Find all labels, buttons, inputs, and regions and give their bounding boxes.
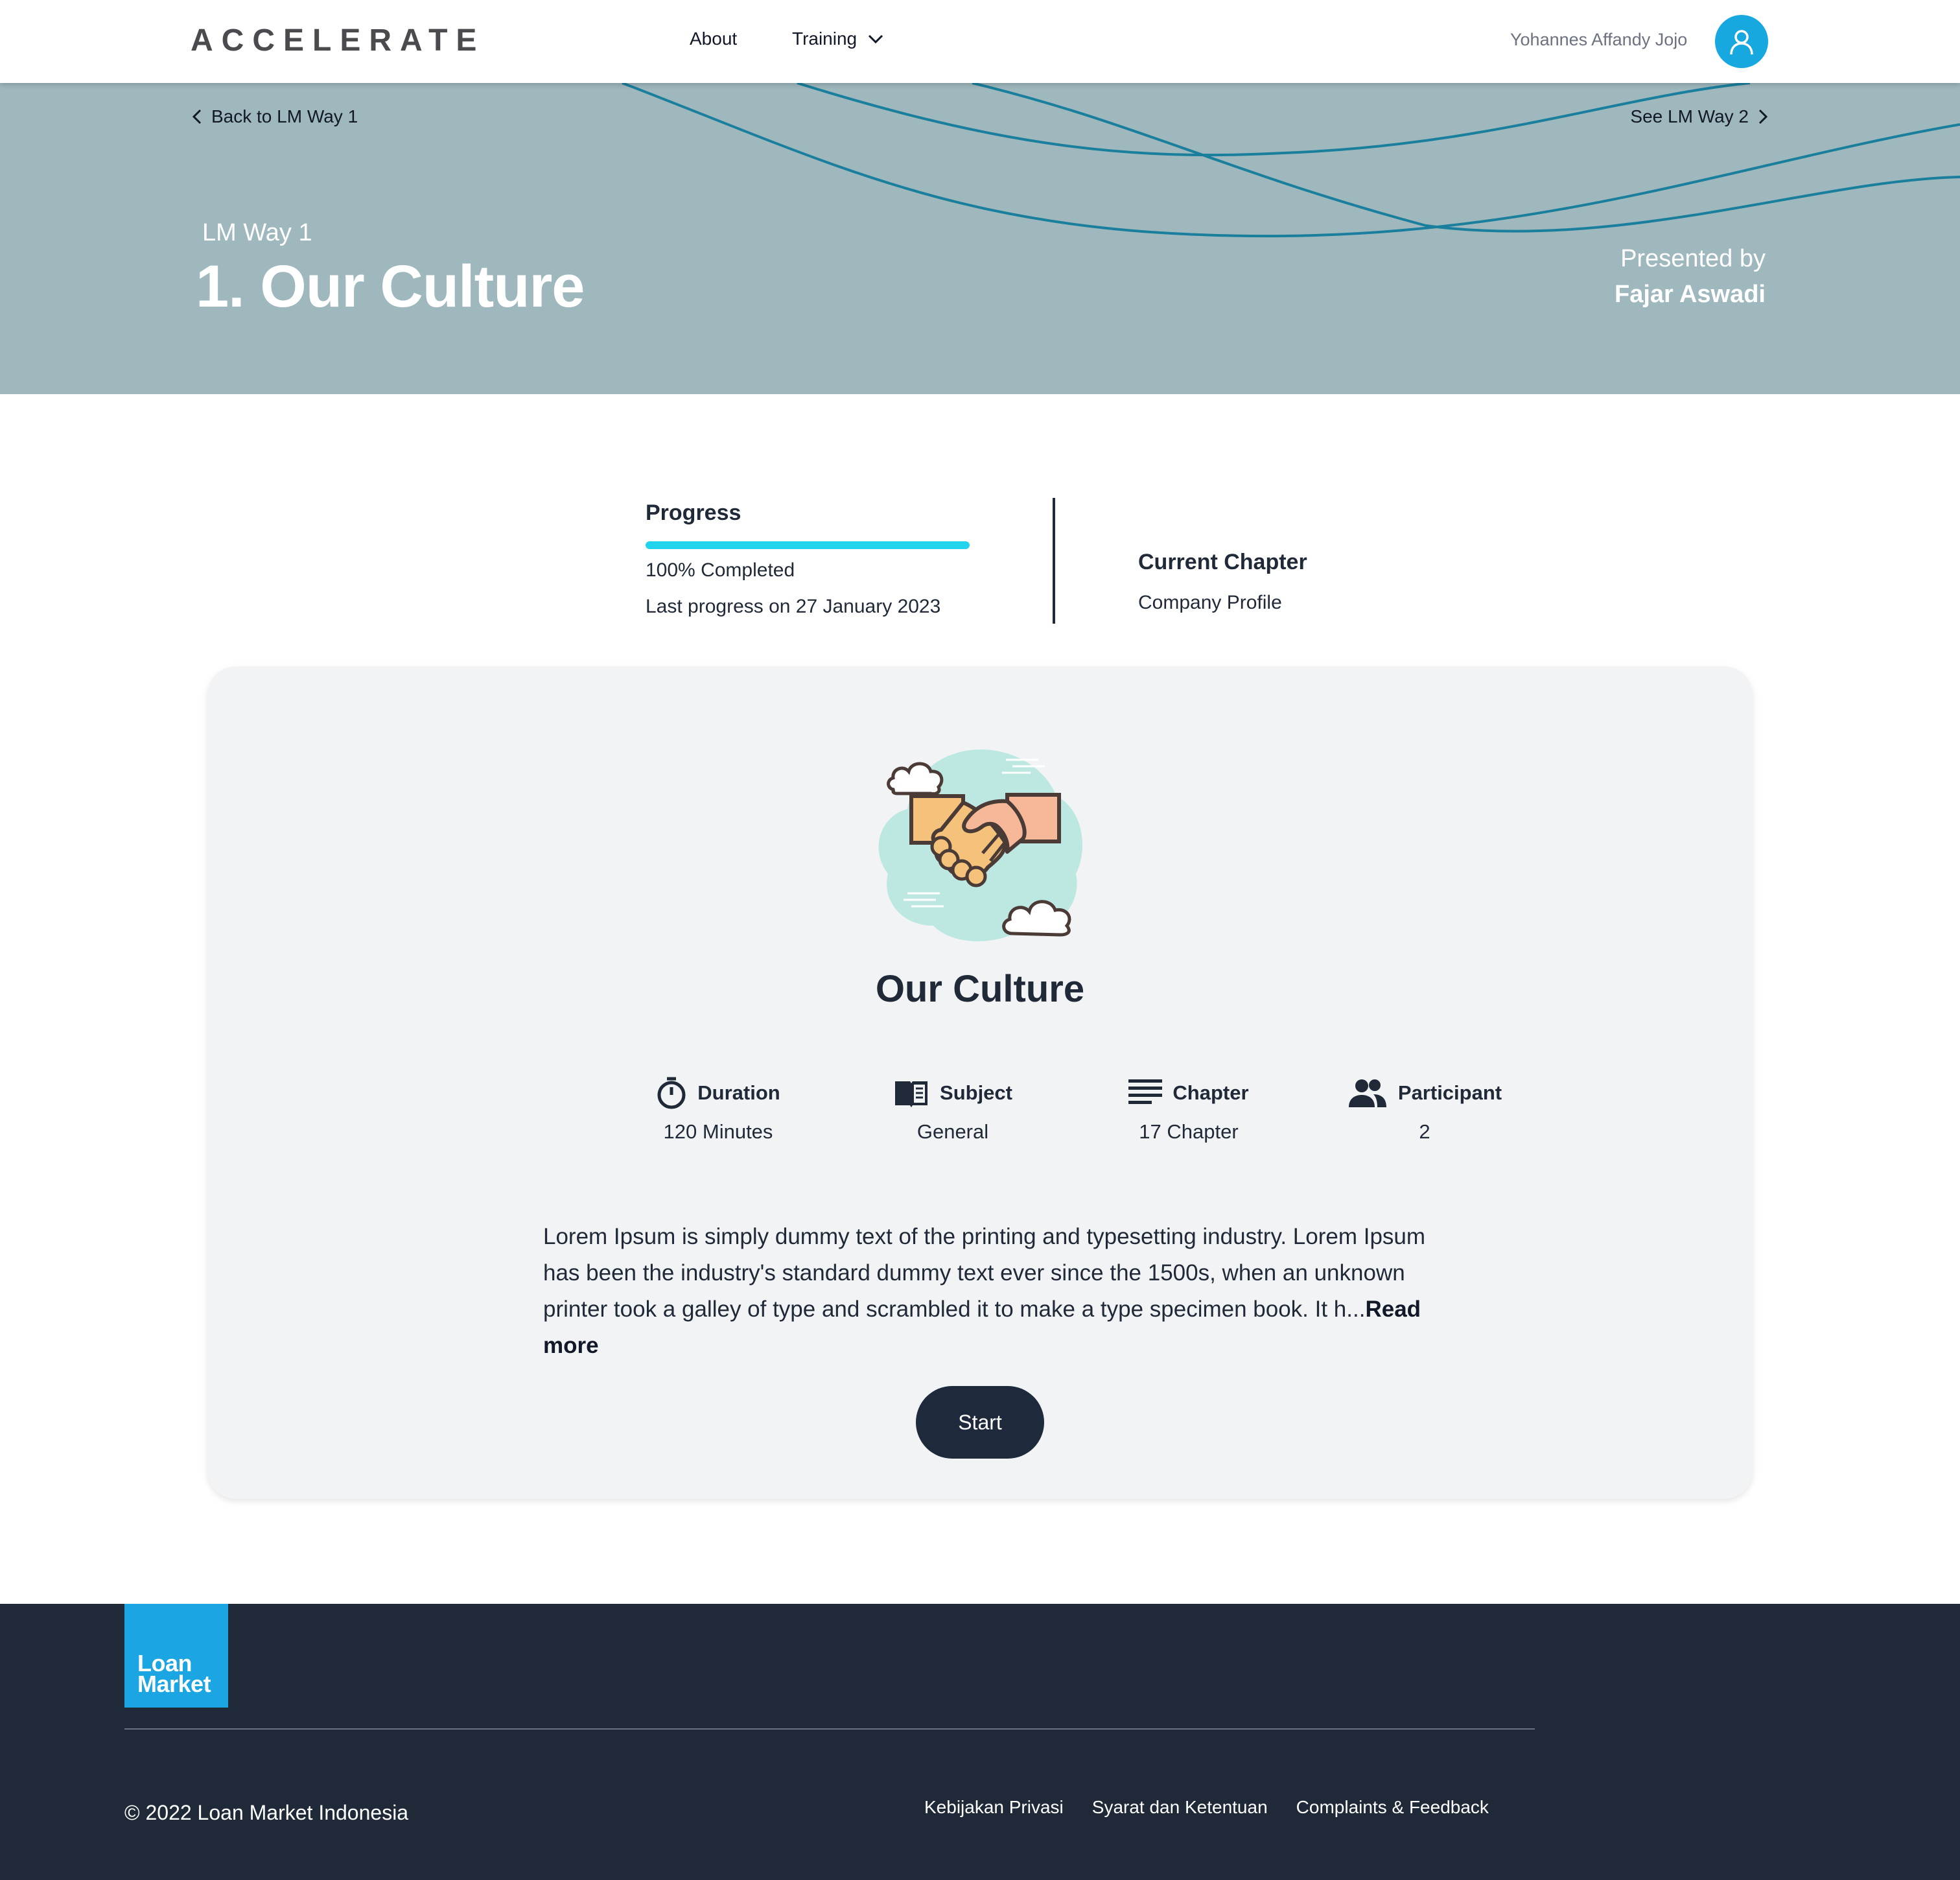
stat-participant-value: 2 xyxy=(1419,1120,1430,1143)
last-progress-date: Last progress on 27 January 2023 xyxy=(646,596,941,617)
nav-training-dropdown[interactable]: Training xyxy=(792,29,884,49)
complaints-feedback-link[interactable]: Complaints & Feedback xyxy=(1296,1797,1489,1818)
copyright-text: © 2022 Loan Market Indonesia xyxy=(124,1801,409,1824)
page-title: 1. Our Culture xyxy=(196,253,585,320)
stat-participant-label: Participant xyxy=(1397,1081,1502,1104)
stat-duration: Duration 120 Minutes xyxy=(601,1075,835,1144)
next-link[interactable]: See LM Way 2 xyxy=(1630,106,1768,127)
stat-chapter-value: 17 Chapter xyxy=(1139,1120,1239,1143)
user-icon xyxy=(1730,30,1753,55)
logo-text: ACCELERATE xyxy=(191,23,485,58)
nav-about-link[interactable]: About xyxy=(690,29,737,49)
course-title: Our Culture xyxy=(875,968,1085,1010)
footer: Loan Market © 2022 Loan Market Indonesia… xyxy=(0,1604,1960,1880)
vertical-divider xyxy=(1053,498,1055,624)
stat-subject-label: Subject xyxy=(940,1081,1012,1104)
progress-bar-fill xyxy=(646,541,970,549)
back-link[interactable]: Back to LM Way 1 xyxy=(192,106,358,127)
current-chapter-section: Current Chapter Company Profile xyxy=(1138,550,1307,614)
stat-participant: Participant 2 xyxy=(1308,1075,1541,1144)
chevron-down-icon xyxy=(869,34,883,44)
loan-market-logo[interactable]: Loan Market xyxy=(124,1604,228,1708)
book-icon xyxy=(895,1081,928,1107)
stat-subject-value: General xyxy=(916,1120,989,1143)
progress-percent-text: 100% Completed xyxy=(646,559,795,581)
stat-chapter: Chapter 17 Chapter xyxy=(1072,1075,1305,1144)
stat-chapter-label: Chapter xyxy=(1172,1081,1249,1104)
nav-training-label: Training xyxy=(792,29,858,49)
privacy-policy-link[interactable]: Kebijakan Privasi xyxy=(924,1797,1064,1818)
course-description: Lorem Ipsum is simply dummy text of the … xyxy=(543,1219,1438,1364)
user-name[interactable]: Yohannes Affandy Jojo xyxy=(1510,30,1687,50)
top-navbar: ACCELERATE About Training Yohannes Affan… xyxy=(0,0,1960,83)
hero-subtitle: LM Way 1 xyxy=(202,219,312,246)
chevron-right-icon xyxy=(1758,109,1768,124)
footer-divider xyxy=(124,1728,1535,1730)
presented-by-label: Presented by xyxy=(1620,245,1766,272)
logo-line-2: Market xyxy=(137,1671,211,1697)
stat-duration-value: 120 Minutes xyxy=(663,1120,773,1143)
current-chapter-title: Current Chapter xyxy=(1138,550,1307,574)
progress-title: Progress xyxy=(646,500,741,525)
user-avatar[interactable] xyxy=(1715,15,1768,68)
terms-link[interactable]: Syarat dan Ketentuan xyxy=(1092,1797,1268,1818)
list-icon xyxy=(1128,1079,1163,1104)
course-card: Our Culture Duration 120 Minutes Subject… xyxy=(207,666,1753,1499)
stopwatch-icon xyxy=(657,1077,686,1109)
stat-subject: Subject General xyxy=(836,1075,1069,1144)
start-button[interactable]: Start xyxy=(916,1386,1044,1459)
course-description-text: Lorem Ipsum is simply dummy text of the … xyxy=(543,1224,1426,1322)
next-link-label: See LM Way 2 xyxy=(1630,106,1749,126)
hero-banner: Back to LM Way 1 See LM Way 2 LM Way 1 1… xyxy=(0,83,1960,394)
presenter-name: Fajar Aswadi xyxy=(1614,281,1766,308)
presenter-block: Presented by Fajar Aswadi xyxy=(1615,245,1766,309)
people-icon xyxy=(1348,1079,1386,1107)
handshake-illustration xyxy=(878,749,1082,941)
current-chapter-value: Company Profile xyxy=(1138,592,1282,613)
progress-section: Progress 100% Completed Last progress on… xyxy=(646,500,983,618)
accelerate-logo[interactable]: ACCELERATE xyxy=(191,22,485,58)
footer-links: Kebijakan Privasi Syarat dan Ketentuan C… xyxy=(924,1797,1489,1818)
chevron-left-icon xyxy=(192,109,202,124)
stat-duration-label: Duration xyxy=(697,1081,780,1104)
back-link-label: Back to LM Way 1 xyxy=(211,106,358,126)
progress-bar xyxy=(646,541,970,549)
